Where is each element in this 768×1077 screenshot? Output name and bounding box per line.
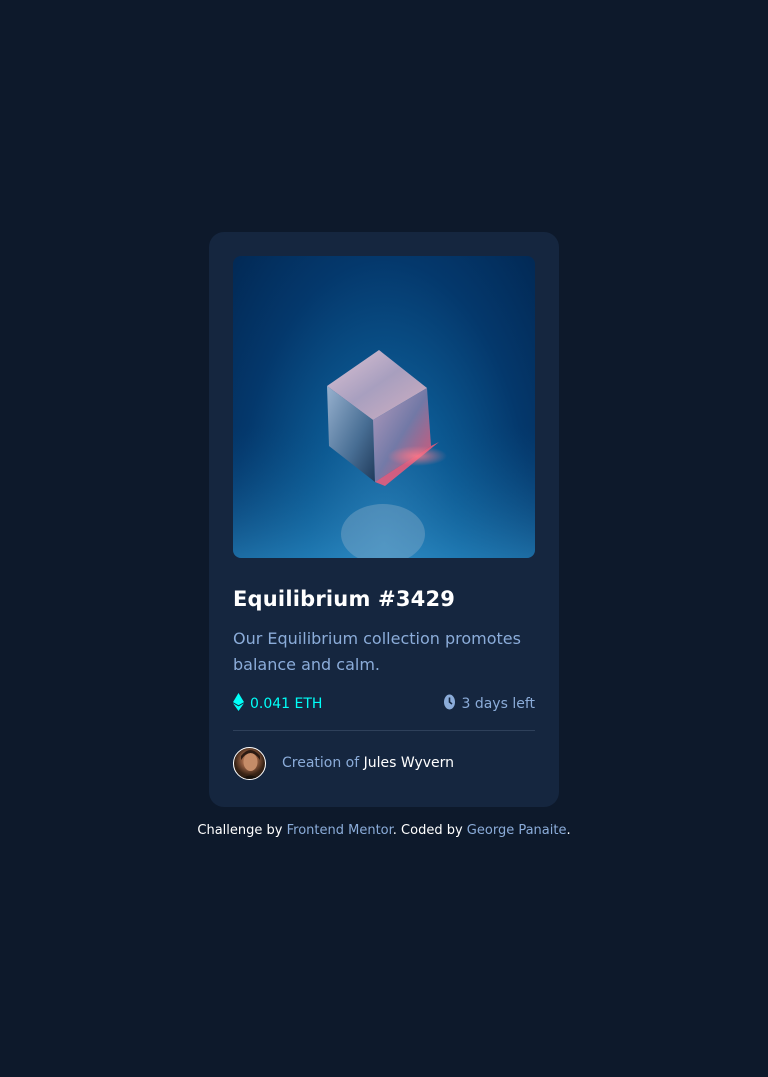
nft-image[interactable]: [233, 256, 535, 558]
price: 0.041 ETH: [233, 693, 322, 715]
attribution-prefix: Challenge by: [197, 823, 283, 838]
creator-name[interactable]: Jules Wyvern: [364, 755, 454, 771]
author-link[interactable]: George Panaite: [467, 823, 567, 838]
nft-description: Our Equilibrium collection promotes bala…: [233, 629, 521, 674]
crystal-cube-image: [233, 350, 535, 558]
frontend-mentor-link[interactable]: Frontend Mentor: [287, 823, 393, 838]
clock-icon: [444, 694, 456, 714]
attribution-suffix: .: [566, 823, 571, 838]
nft-card: Equilibrium #3429 Our Equilibrium collec…: [209, 232, 559, 807]
ethereum-icon: [233, 693, 244, 715]
nft-meta: 0.041 ETH 3 days left: [233, 692, 535, 716]
divider: [233, 730, 535, 731]
time-left: 3 days left: [444, 694, 535, 714]
nft-title[interactable]: Equilibrium #3429: [233, 584, 535, 614]
attribution: Challenge by Frontend Mentor. Coded by G…: [0, 823, 768, 838]
avatar: [233, 746, 266, 780]
price-value: 0.041 ETH: [250, 696, 323, 712]
time-left-value: 3 days left: [461, 696, 535, 712]
creator-prefix: Creation of: [282, 755, 360, 771]
creator-text: Creation of Jules Wyvern: [282, 755, 454, 771]
creator: Creation of Jules Wyvern: [233, 746, 535, 780]
attribution-middle: . Coded by: [392, 823, 463, 838]
